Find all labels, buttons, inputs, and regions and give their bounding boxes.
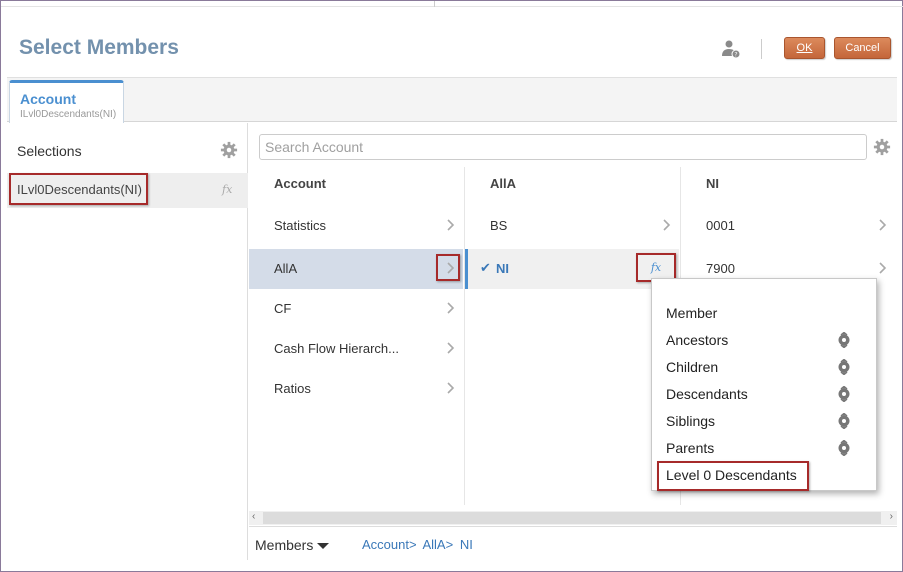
inclusive-toggle-icon[interactable] [836,440,852,456]
members-label: Members [255,537,314,553]
dialog-title: Select Members [19,36,179,59]
breadcrumb-item[interactable]: Account> [362,537,417,552]
column-alla: AllA BS ✔ NI fx [464,167,679,505]
chevron-right-icon[interactable] [879,262,887,274]
chevron-right-icon[interactable] [447,219,455,231]
list-item[interactable]: ✔ NI fx [465,249,679,289]
column-header: Account [274,176,326,191]
search-input[interactable] [259,134,867,160]
selection-item[interactable]: ILvl0Descendants(NI) fx [7,173,248,208]
checkmark-icon: ✔ [480,260,491,275]
top-strip [1,1,903,7]
list-item[interactable]: Ratios [249,369,463,409]
user-help-icon[interactable]: ? [721,39,741,59]
list-item-label: 7900 [706,261,735,276]
menu-item-descendants[interactable]: Descendants [666,386,748,402]
highlight-box [657,461,809,491]
list-item[interactable]: 0001 [681,206,895,246]
list-item-label: Ratios [274,381,311,396]
chevron-right-icon[interactable] [447,342,455,354]
selections-label: Selections [17,143,82,159]
menu-item-children[interactable]: Children [666,359,718,375]
list-item-label: NI [496,261,509,276]
breadcrumb: Account> AllA> NI [362,537,476,552]
dimension-tab-bar: Account ILvl0Descendants(NI) [7,77,897,123]
chevron-right-icon[interactable] [879,219,887,231]
header-separator [761,39,762,59]
list-item-label: Statistics [274,218,327,233]
chevron-right-icon[interactable] [663,219,671,231]
list-item[interactable]: BS [465,206,679,246]
function-popup-menu: Member Ancestors Children Descendants Si… [651,278,877,491]
column-header: NI [706,176,719,191]
highlight-box [9,173,148,205]
breadcrumb-item[interactable]: NI [460,537,473,552]
list-item-label: BS [490,218,508,233]
list-item[interactable]: AllA [249,249,463,289]
list-item-label: 0001 [706,218,735,233]
caret-down-icon [317,543,330,550]
cancel-button[interactable]: Cancel [834,37,891,59]
ok-button[interactable]: OK [784,37,825,59]
menu-item-member[interactable]: Member [666,305,717,321]
inclusive-toggle-icon[interactable] [836,413,852,429]
gear-icon[interactable] [220,141,238,159]
scrollbar-thumb[interactable] [263,512,881,524]
list-item-label: Cash Flow Hierarch... [274,341,399,356]
column-account: Account Statistics AllA CF Cash Flow Hie… [249,167,463,505]
highlight-box [436,254,460,281]
menu-item-siblings[interactable]: Siblings [666,413,715,429]
top-divider [434,1,435,7]
scroll-right-icon[interactable]: › [890,511,893,522]
menu-item-ancestors[interactable]: Ancestors [666,332,728,348]
list-item[interactable]: CF [249,289,463,329]
chevron-right-icon[interactable] [447,382,455,394]
horizontal-scrollbar[interactable]: ‹ › [249,511,897,525]
menu-item-parents[interactable]: Parents [666,440,714,456]
fx-icon[interactable]: fx [222,183,232,196]
selections-panel: Selections ILvl0Descendants(NI) fx [7,123,248,560]
list-item-label: CF [274,301,292,316]
tab-subtitle: ILvl0Descendants(NI) [20,109,117,120]
tab-title: Account [20,91,76,107]
inclusive-toggle-icon[interactable] [836,359,852,375]
tab-account[interactable]: Account ILvl0Descendants(NI) [9,80,124,123]
list-item-label: AllA [274,261,298,276]
members-dropdown[interactable]: Members [255,537,330,553]
list-item[interactable]: Cash Flow Hierarch... [249,329,463,369]
breadcrumb-item[interactable]: AllA> [422,537,453,552]
dialog-frame: Select Members ? OK Cancel Account ILvl0… [0,0,903,572]
scroll-left-icon[interactable]: ‹ [252,511,255,522]
footer-bar: Members Account> AllA> NI [249,526,897,560]
inclusive-toggle-icon[interactable] [836,386,852,402]
chevron-right-icon[interactable] [447,302,455,314]
column-header: AllA [490,176,516,191]
svg-text:?: ? [734,52,737,59]
inclusive-toggle-icon[interactable] [836,332,852,348]
list-item[interactable]: Statistics [249,206,463,246]
gear-icon[interactable] [873,138,891,156]
